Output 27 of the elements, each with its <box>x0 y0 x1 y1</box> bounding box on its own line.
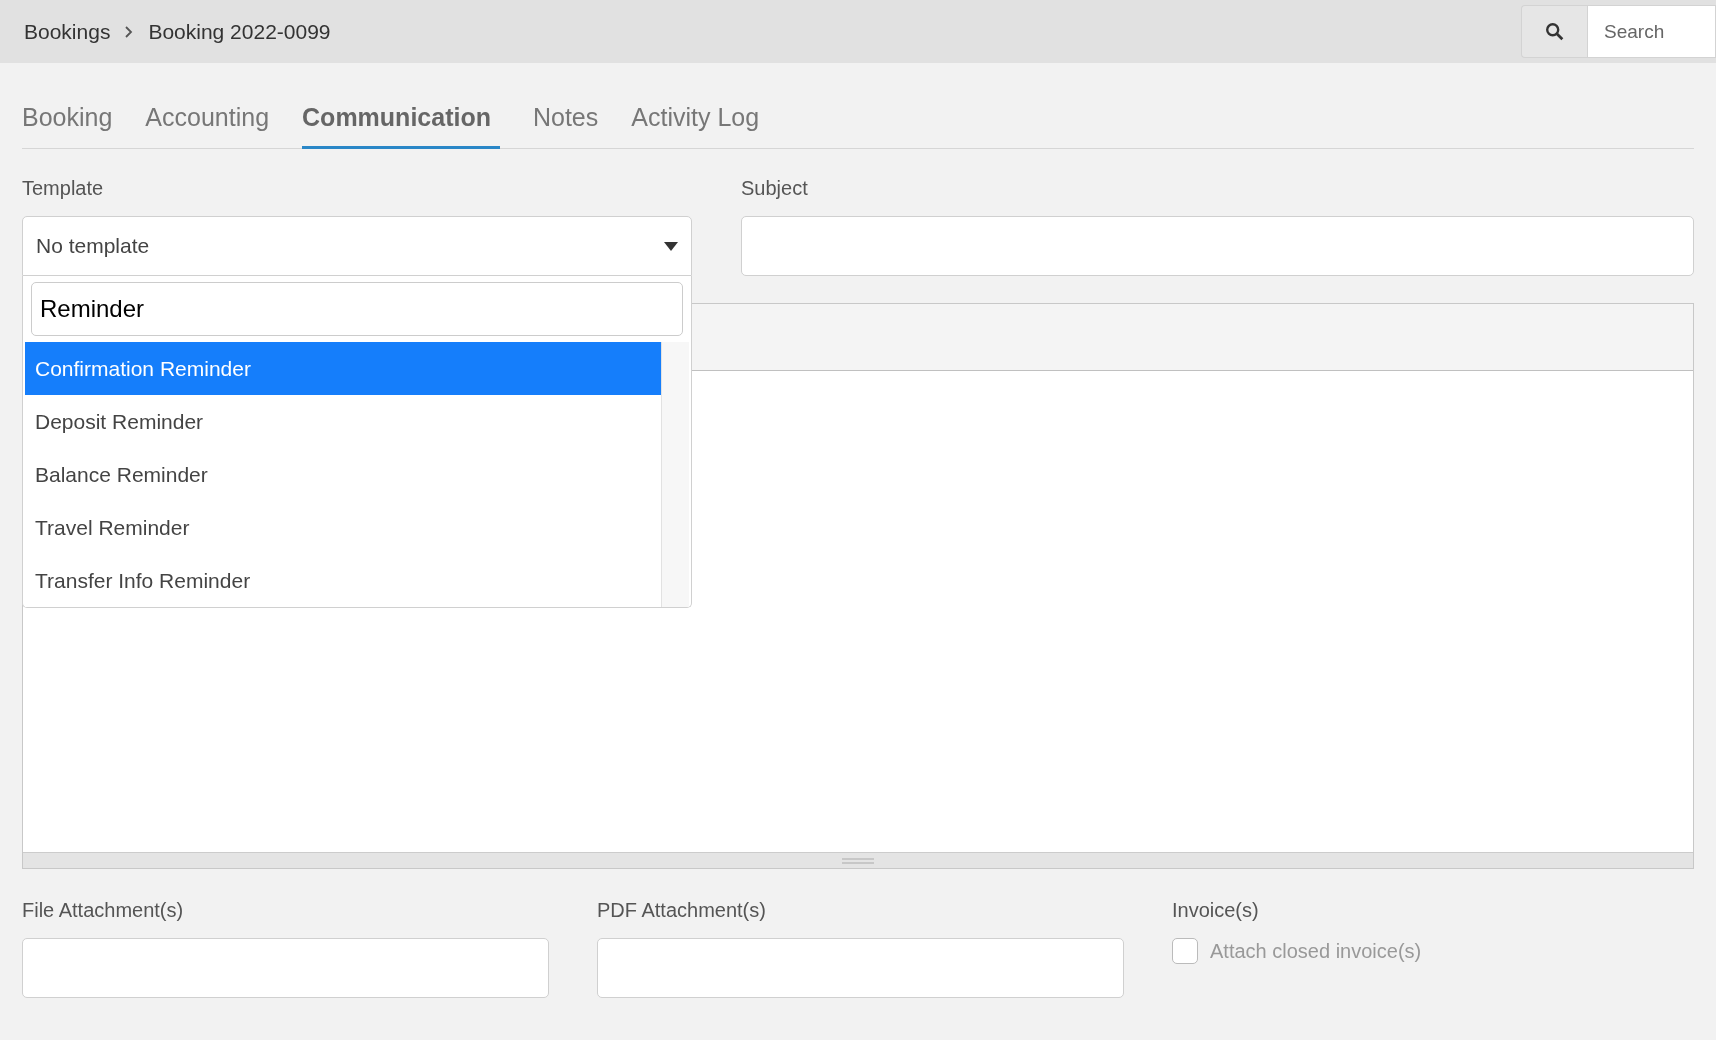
search-icon <box>1543 20 1566 43</box>
field-label: PDF Attachment(s) <box>597 899 767 922</box>
search-button[interactable] <box>1521 5 1587 58</box>
checkbox[interactable] <box>1172 938 1198 964</box>
grip-icon <box>842 857 874 864</box>
field-label: Template <box>22 177 105 200</box>
tab[interactable]: Communication <box>302 103 500 149</box>
breadcrumb-item[interactable]: Bookings <box>24 19 111 44</box>
subject-field[interactable] <box>741 216 1694 276</box>
checkbox-label: Attach closed invoice(s) <box>1210 939 1422 963</box>
breadcrumb-item: Booking 2022-0099 <box>148 19 331 44</box>
tab[interactable]: Notes <box>532 103 599 149</box>
tab[interactable]: Booking <box>22 103 113 149</box>
search-field[interactable]: Search <box>1587 5 1716 58</box>
field-label: Subject <box>741 177 809 200</box>
tab[interactable]: Accounting <box>145 103 270 149</box>
attachment-field[interactable] <box>597 938 1124 998</box>
chevron-right-icon <box>124 24 135 39</box>
field-label: Invoice(s) <box>1172 899 1260 922</box>
dropdown-option[interactable]: Confirmation Reminder <box>25 342 661 395</box>
resize-handle[interactable] <box>23 852 1693 868</box>
attachment-field[interactable] <box>22 938 549 998</box>
field-label: File Attachment(s) <box>22 899 185 922</box>
caret-down-icon <box>664 241 678 251</box>
tab[interactable]: Activity Log <box>631 103 760 149</box>
filter-field[interactable]: Reminder <box>31 282 683 336</box>
template-select[interactable]: No template <box>22 216 692 276</box>
